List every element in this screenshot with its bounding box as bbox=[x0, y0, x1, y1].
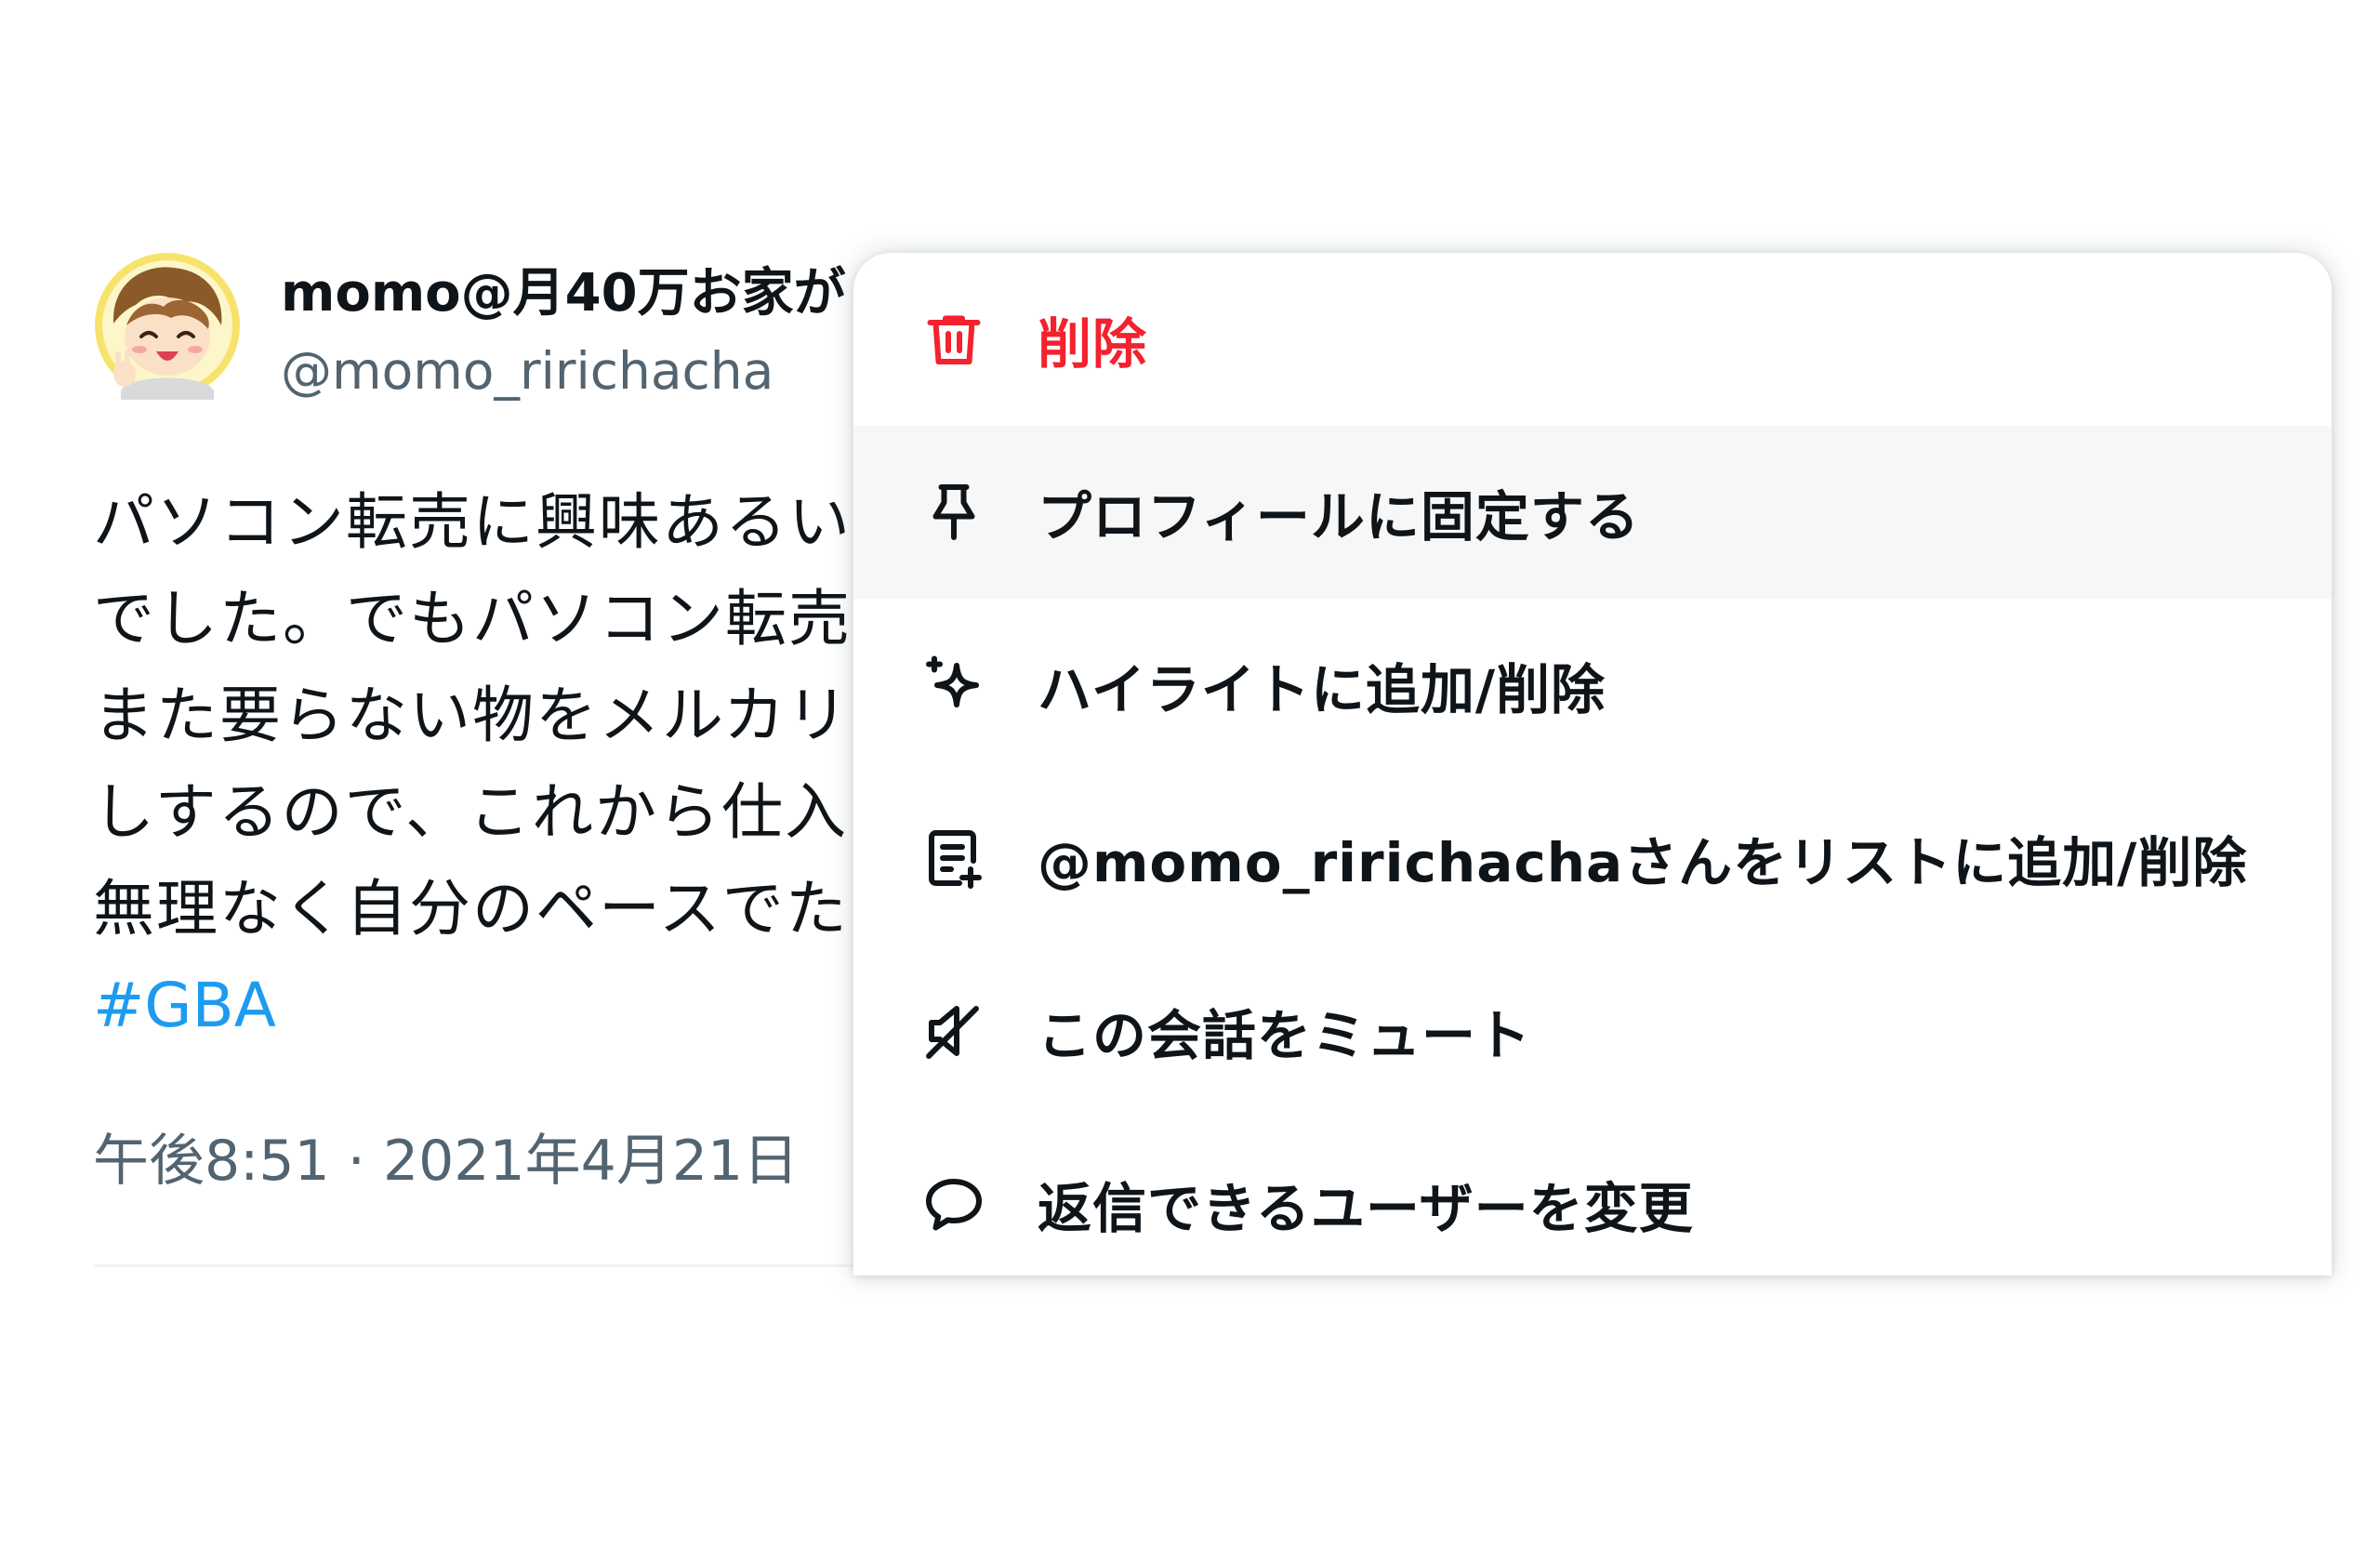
tweet-timestamp[interactable]: 午後8:51 · 2021年4月21日 bbox=[93, 1116, 799, 1196]
menu-item-label: この会話をミュート bbox=[1038, 1004, 1532, 1067]
menu-item-mute-conversation[interactable]: この会話をミュート bbox=[853, 945, 2332, 1117]
menu-item-label: ハイライトに追加/削除 bbox=[1038, 658, 1606, 721]
menu-item-change-reply-settings[interactable]: 返信できるユーザーを変更 bbox=[853, 1117, 2332, 1275]
menu-item-highlight[interactable]: ハイライトに追加/削除 bbox=[853, 599, 2332, 772]
menu-item-label: プロフィールに固定する bbox=[1038, 485, 1640, 548]
tweet-options-menu: 削除 プロフィールに固定する ハイライトに追加/削除 @momo_riricha… bbox=[853, 253, 2332, 1275]
mute-icon bbox=[920, 998, 987, 1064]
screen: momo@月40万お家が @momo_ririchacha パソコン転売に興味あ… bbox=[0, 0, 2380, 1546]
sparkle-icon bbox=[920, 652, 987, 719]
menu-item-pin-to-profile[interactable]: プロフィールに固定する bbox=[853, 426, 2332, 599]
menu-item-label: 削除 bbox=[1038, 312, 1148, 376]
trash-icon bbox=[920, 306, 987, 373]
display-name[interactable]: momo@月40万お家が bbox=[281, 262, 846, 324]
menu-item-label: 返信できるユーザーを変更 bbox=[1038, 1177, 1694, 1240]
user-handle[interactable]: @momo_ririchacha bbox=[281, 340, 774, 402]
menu-item-delete[interactable]: 削除 bbox=[853, 253, 2332, 426]
speech-bubble-icon bbox=[920, 1170, 987, 1237]
menu-item-add-to-list[interactable]: @momo_ririchachaさんをリストに追加/削除 bbox=[853, 772, 2332, 945]
pin-icon bbox=[920, 479, 987, 546]
menu-item-label: @momo_ririchachaさんをリストに追加/削除 bbox=[1038, 831, 2248, 894]
avatar[interactable] bbox=[93, 251, 242, 400]
list-add-icon bbox=[920, 825, 987, 892]
